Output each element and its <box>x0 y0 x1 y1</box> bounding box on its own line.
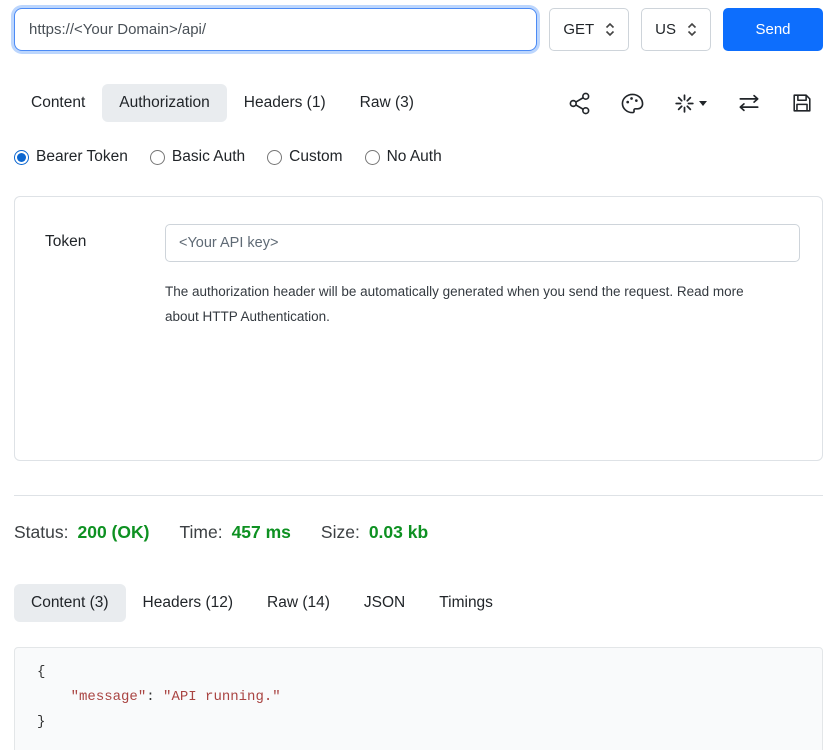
time-group: Time: 457 ms <box>179 522 290 543</box>
time-label: Time: <box>179 522 222 543</box>
token-help-text: The authorization header will be automat… <box>165 279 747 329</box>
method-select-value: GET <box>563 21 594 38</box>
token-panel-main: The authorization header will be automat… <box>165 224 800 460</box>
tab-response-content[interactable]: Content (3) <box>14 584 126 622</box>
tab-authorization[interactable]: Authorization <box>102 84 226 122</box>
location-select[interactable]: US <box>641 8 711 51</box>
request-tabs-row: Content Authorization Headers (1) Raw (3… <box>14 84 823 122</box>
time-value: 457 ms <box>232 522 291 543</box>
radio-label: Bearer Token <box>36 148 128 166</box>
location-select-value: US <box>655 21 676 38</box>
request-tabs: Content Authorization Headers (1) Raw (3… <box>14 84 431 122</box>
size-group: Size: 0.03 kb <box>321 522 428 543</box>
chevron-down-icon <box>699 101 707 106</box>
radio-label: No Auth <box>387 148 442 166</box>
radio-custom[interactable]: Custom <box>267 148 342 166</box>
tab-response-headers[interactable]: Headers (12) <box>126 584 250 622</box>
size-value: 0.03 kb <box>369 522 428 543</box>
status-group: Status: 200 (OK) <box>14 522 149 543</box>
radio-selected-icon <box>14 150 29 165</box>
radio-label: Basic Auth <box>172 148 245 166</box>
size-label: Size: <box>321 522 360 543</box>
status-label: Status: <box>14 522 68 543</box>
response-body: { "message": "API running." } <box>14 647 823 750</box>
section-divider <box>14 495 823 496</box>
code-token: : <box>146 689 163 705</box>
token-panel: Token The authorization header will be a… <box>14 196 823 461</box>
code-token: { <box>37 664 45 680</box>
response-status-bar: Status: 200 (OK) Time: 457 ms Size: 0.03… <box>14 522 823 543</box>
radio-unselected-icon <box>365 150 380 165</box>
code-token <box>37 689 71 705</box>
radio-unselected-icon <box>267 150 282 165</box>
tab-response-timings[interactable]: Timings <box>422 584 510 622</box>
tab-content[interactable]: Content <box>14 84 102 122</box>
status-value: 200 (OK) <box>77 522 149 543</box>
save-icon[interactable] <box>791 92 813 114</box>
code-token: } <box>37 714 45 730</box>
code-token-key: "message" <box>71 689 147 705</box>
tab-response-raw[interactable]: Raw (14) <box>250 584 347 622</box>
share-nodes-icon[interactable] <box>568 92 591 115</box>
radio-unselected-icon <box>150 150 165 165</box>
api-client-page: GET US Send Content Authorization Header… <box>0 0 837 750</box>
tab-response-json[interactable]: JSON <box>347 584 422 622</box>
token-label: Token <box>45 224 165 460</box>
send-button[interactable]: Send <box>723 8 823 51</box>
request-bar: GET US Send <box>14 8 823 51</box>
radio-bearer-token[interactable]: Bearer Token <box>14 148 128 166</box>
palette-icon[interactable] <box>621 92 644 115</box>
updown-arrows-icon <box>605 22 615 37</box>
auth-type-options: Bearer Token Basic Auth Custom No Auth <box>14 148 823 166</box>
radio-basic-auth[interactable]: Basic Auth <box>150 148 245 166</box>
token-input[interactable] <box>165 224 800 262</box>
updown-arrows-icon <box>687 22 697 37</box>
method-select[interactable]: GET <box>549 8 629 51</box>
url-input[interactable] <box>14 8 537 51</box>
swap-arrows-icon[interactable] <box>737 92 761 114</box>
request-toolbar <box>568 92 823 115</box>
tab-raw[interactable]: Raw (3) <box>343 84 431 122</box>
response-tabs: Content (3) Headers (12) Raw (14) JSON T… <box>14 584 823 622</box>
tab-headers[interactable]: Headers (1) <box>227 84 343 122</box>
sparkles-dropdown-icon[interactable] <box>674 93 707 114</box>
code-token-string: "API running." <box>163 689 281 705</box>
radio-label: Custom <box>289 148 342 166</box>
radio-no-auth[interactable]: No Auth <box>365 148 442 166</box>
